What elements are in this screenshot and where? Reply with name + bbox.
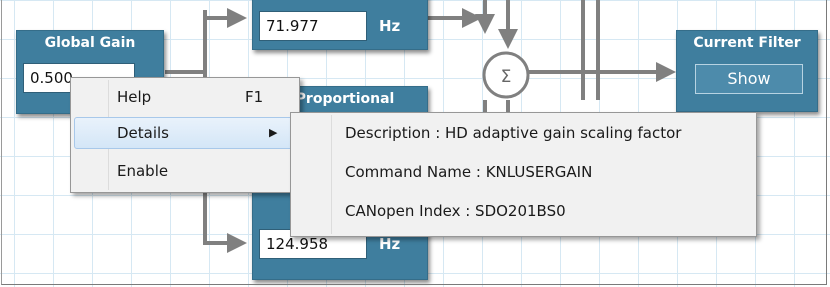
- current-filter-block: Current Filter Show: [676, 30, 818, 112]
- current-filter-title: Current Filter: [693, 35, 801, 51]
- context-menu: Help F1 Details ▶ Enable: [70, 77, 300, 193]
- submenu-gutter: [331, 115, 332, 234]
- menu-item-help-label: Help: [117, 88, 152, 106]
- menu-item-details[interactable]: Details ▶: [74, 117, 296, 149]
- show-button[interactable]: Show: [695, 64, 803, 94]
- bottom-frequency-unit: Hz: [379, 235, 401, 253]
- menu-item-details-label: Details: [117, 124, 170, 142]
- top-frequency-unit: Hz: [379, 17, 401, 35]
- sum-symbol: Σ: [501, 67, 512, 87]
- details-submenu: Description : HD adaptive gain scaling f…: [290, 112, 757, 237]
- global-gain-title: Global Gain: [44, 35, 136, 51]
- submenu-item-description[interactable]: Description : HD adaptive gain scaling f…: [345, 124, 681, 142]
- menu-item-help[interactable]: Help F1: [74, 81, 296, 113]
- top-frequency-input[interactable]: 71.977: [259, 11, 367, 41]
- submenu-arrow-icon: ▶: [269, 126, 278, 139]
- menu-item-enable-label: Enable: [117, 162, 169, 180]
- menu-item-enable[interactable]: Enable: [74, 155, 296, 187]
- submenu-item-command-name[interactable]: Command Name : KNLUSERGAIN: [345, 163, 592, 181]
- menu-item-help-shortcut: F1: [245, 88, 264, 106]
- top-frequency-block: 71.977 Hz: [252, 0, 428, 50]
- submenu-item-canopen-index[interactable]: CANopen Index : SDO201BS0: [345, 202, 566, 220]
